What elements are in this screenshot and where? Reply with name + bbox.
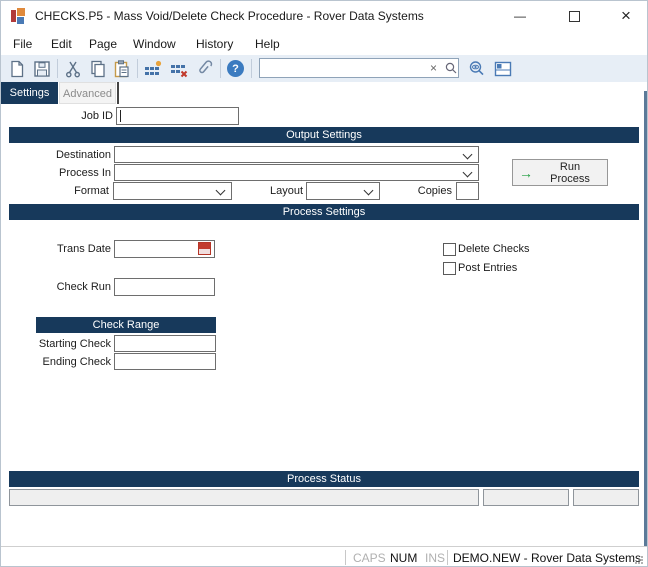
process-in-select[interactable] [114, 164, 479, 181]
tab-advanced[interactable]: Advanced [59, 82, 116, 104]
attachment-icon[interactable] [195, 59, 215, 79]
menu-edit[interactable]: Edit [47, 35, 76, 53]
toolbar-search: × [259, 58, 459, 78]
menu-help[interactable]: Help [251, 35, 284, 53]
statusbar-separator [447, 550, 448, 565]
layout-select[interactable] [306, 182, 380, 200]
menu-file[interactable]: File [9, 35, 36, 53]
trans-date-label: Trans Date [31, 242, 111, 256]
format-label: Format [41, 184, 109, 198]
help-icon[interactable]: ? [227, 60, 244, 77]
process-in-label: Process In [21, 166, 111, 180]
format-value [114, 187, 117, 199]
menu-history[interactable]: History [192, 35, 237, 53]
toolbar-separator [137, 59, 138, 78]
tab-settings[interactable]: Settings [1, 82, 58, 104]
paste-icon[interactable] [112, 59, 132, 79]
delete-checks-checkbox[interactable] [443, 243, 456, 256]
toolbar-search-input[interactable] [262, 60, 424, 78]
status-field-time [573, 489, 639, 506]
run-process-button[interactable]: → Run Process [512, 159, 608, 186]
text-caret [120, 110, 121, 122]
tab-strip-divider [117, 82, 119, 104]
resize-grip[interactable] [633, 554, 644, 565]
ins-indicator: INS [425, 551, 445, 565]
clear-search-icon[interactable]: × [430, 61, 437, 75]
toolbar-separator [57, 59, 58, 78]
check-range-header: Check Range [36, 317, 216, 333]
job-id-input[interactable] [116, 107, 239, 125]
status-bar: CAPS NUM INS DEMO.NEW - Rover Data Syste… [1, 546, 647, 567]
session-label: DEMO.NEW - Rover Data Systems [453, 551, 641, 565]
maximize-button[interactable] [552, 1, 596, 31]
destination-value [115, 151, 118, 163]
save-icon[interactable] [32, 59, 52, 79]
destination-select[interactable] [114, 146, 479, 163]
post-entries-label: Post Entries [458, 261, 517, 275]
vertical-scrollbar[interactable] [644, 91, 648, 546]
num-indicator: NUM [390, 551, 417, 565]
check-run-input[interactable] [114, 278, 215, 296]
output-settings-header: Output Settings [9, 127, 639, 143]
app-logo-icon [11, 8, 27, 24]
post-entries-checkbox[interactable] [443, 262, 456, 275]
insert-rows-icon[interactable] [143, 59, 163, 79]
maximize-icon [569, 11, 580, 22]
close-button[interactable]: × [604, 1, 648, 31]
starting-check-input[interactable] [114, 335, 216, 352]
new-document-icon[interactable] [7, 59, 27, 79]
cut-icon[interactable] [63, 59, 83, 79]
toolbar-separator [220, 59, 221, 78]
delete-rows-icon[interactable] [169, 59, 189, 79]
process-in-value [115, 169, 118, 181]
chevron-down-icon [463, 168, 473, 178]
window-title: CHECKS.P5 - Mass Void/Delete Check Proce… [35, 9, 424, 23]
chevron-down-icon [216, 186, 226, 196]
check-run-label: Check Run [31, 280, 111, 294]
status-field-count [483, 489, 569, 506]
run-arrow-icon: → [519, 166, 533, 180]
statusbar-separator [345, 550, 346, 565]
search-lookup-icon[interactable] [467, 59, 487, 79]
calendar-icon[interactable] [198, 242, 211, 255]
ending-check-input[interactable] [114, 353, 216, 370]
menu-window[interactable]: Window [129, 35, 180, 53]
status-field-message [9, 489, 479, 506]
ending-check-label: Ending Check [21, 355, 111, 369]
copies-label: Copies [391, 184, 452, 198]
process-settings-header: Process Settings [9, 204, 639, 220]
layout-icon[interactable] [493, 59, 513, 79]
copy-icon[interactable] [88, 59, 108, 79]
chevron-down-icon [364, 186, 374, 196]
format-select[interactable] [113, 182, 232, 200]
toolbar-separator [251, 59, 252, 78]
layout-value [307, 187, 310, 199]
delete-checks-label: Delete Checks [458, 242, 530, 256]
process-status-header: Process Status [9, 471, 639, 487]
menu-bar: File Edit Page Window History Help [1, 31, 647, 55]
destination-label: Destination [21, 148, 111, 162]
caps-indicator: CAPS [353, 551, 386, 565]
run-process-label: Run Process [539, 161, 601, 185]
layout-label: Layout [251, 184, 303, 198]
job-id-label: Job ID [41, 109, 113, 123]
minimize-button[interactable]: — [498, 1, 542, 31]
app-window: CHECKS.P5 - Mass Void/Delete Check Proce… [0, 0, 648, 567]
starting-check-label: Starting Check [21, 337, 111, 351]
search-icon[interactable] [444, 61, 458, 75]
chevron-down-icon [463, 150, 473, 160]
copies-input[interactable] [456, 182, 479, 200]
title-bar: CHECKS.P5 - Mass Void/Delete Check Proce… [1, 1, 647, 31]
menu-page[interactable]: Page [85, 35, 121, 53]
